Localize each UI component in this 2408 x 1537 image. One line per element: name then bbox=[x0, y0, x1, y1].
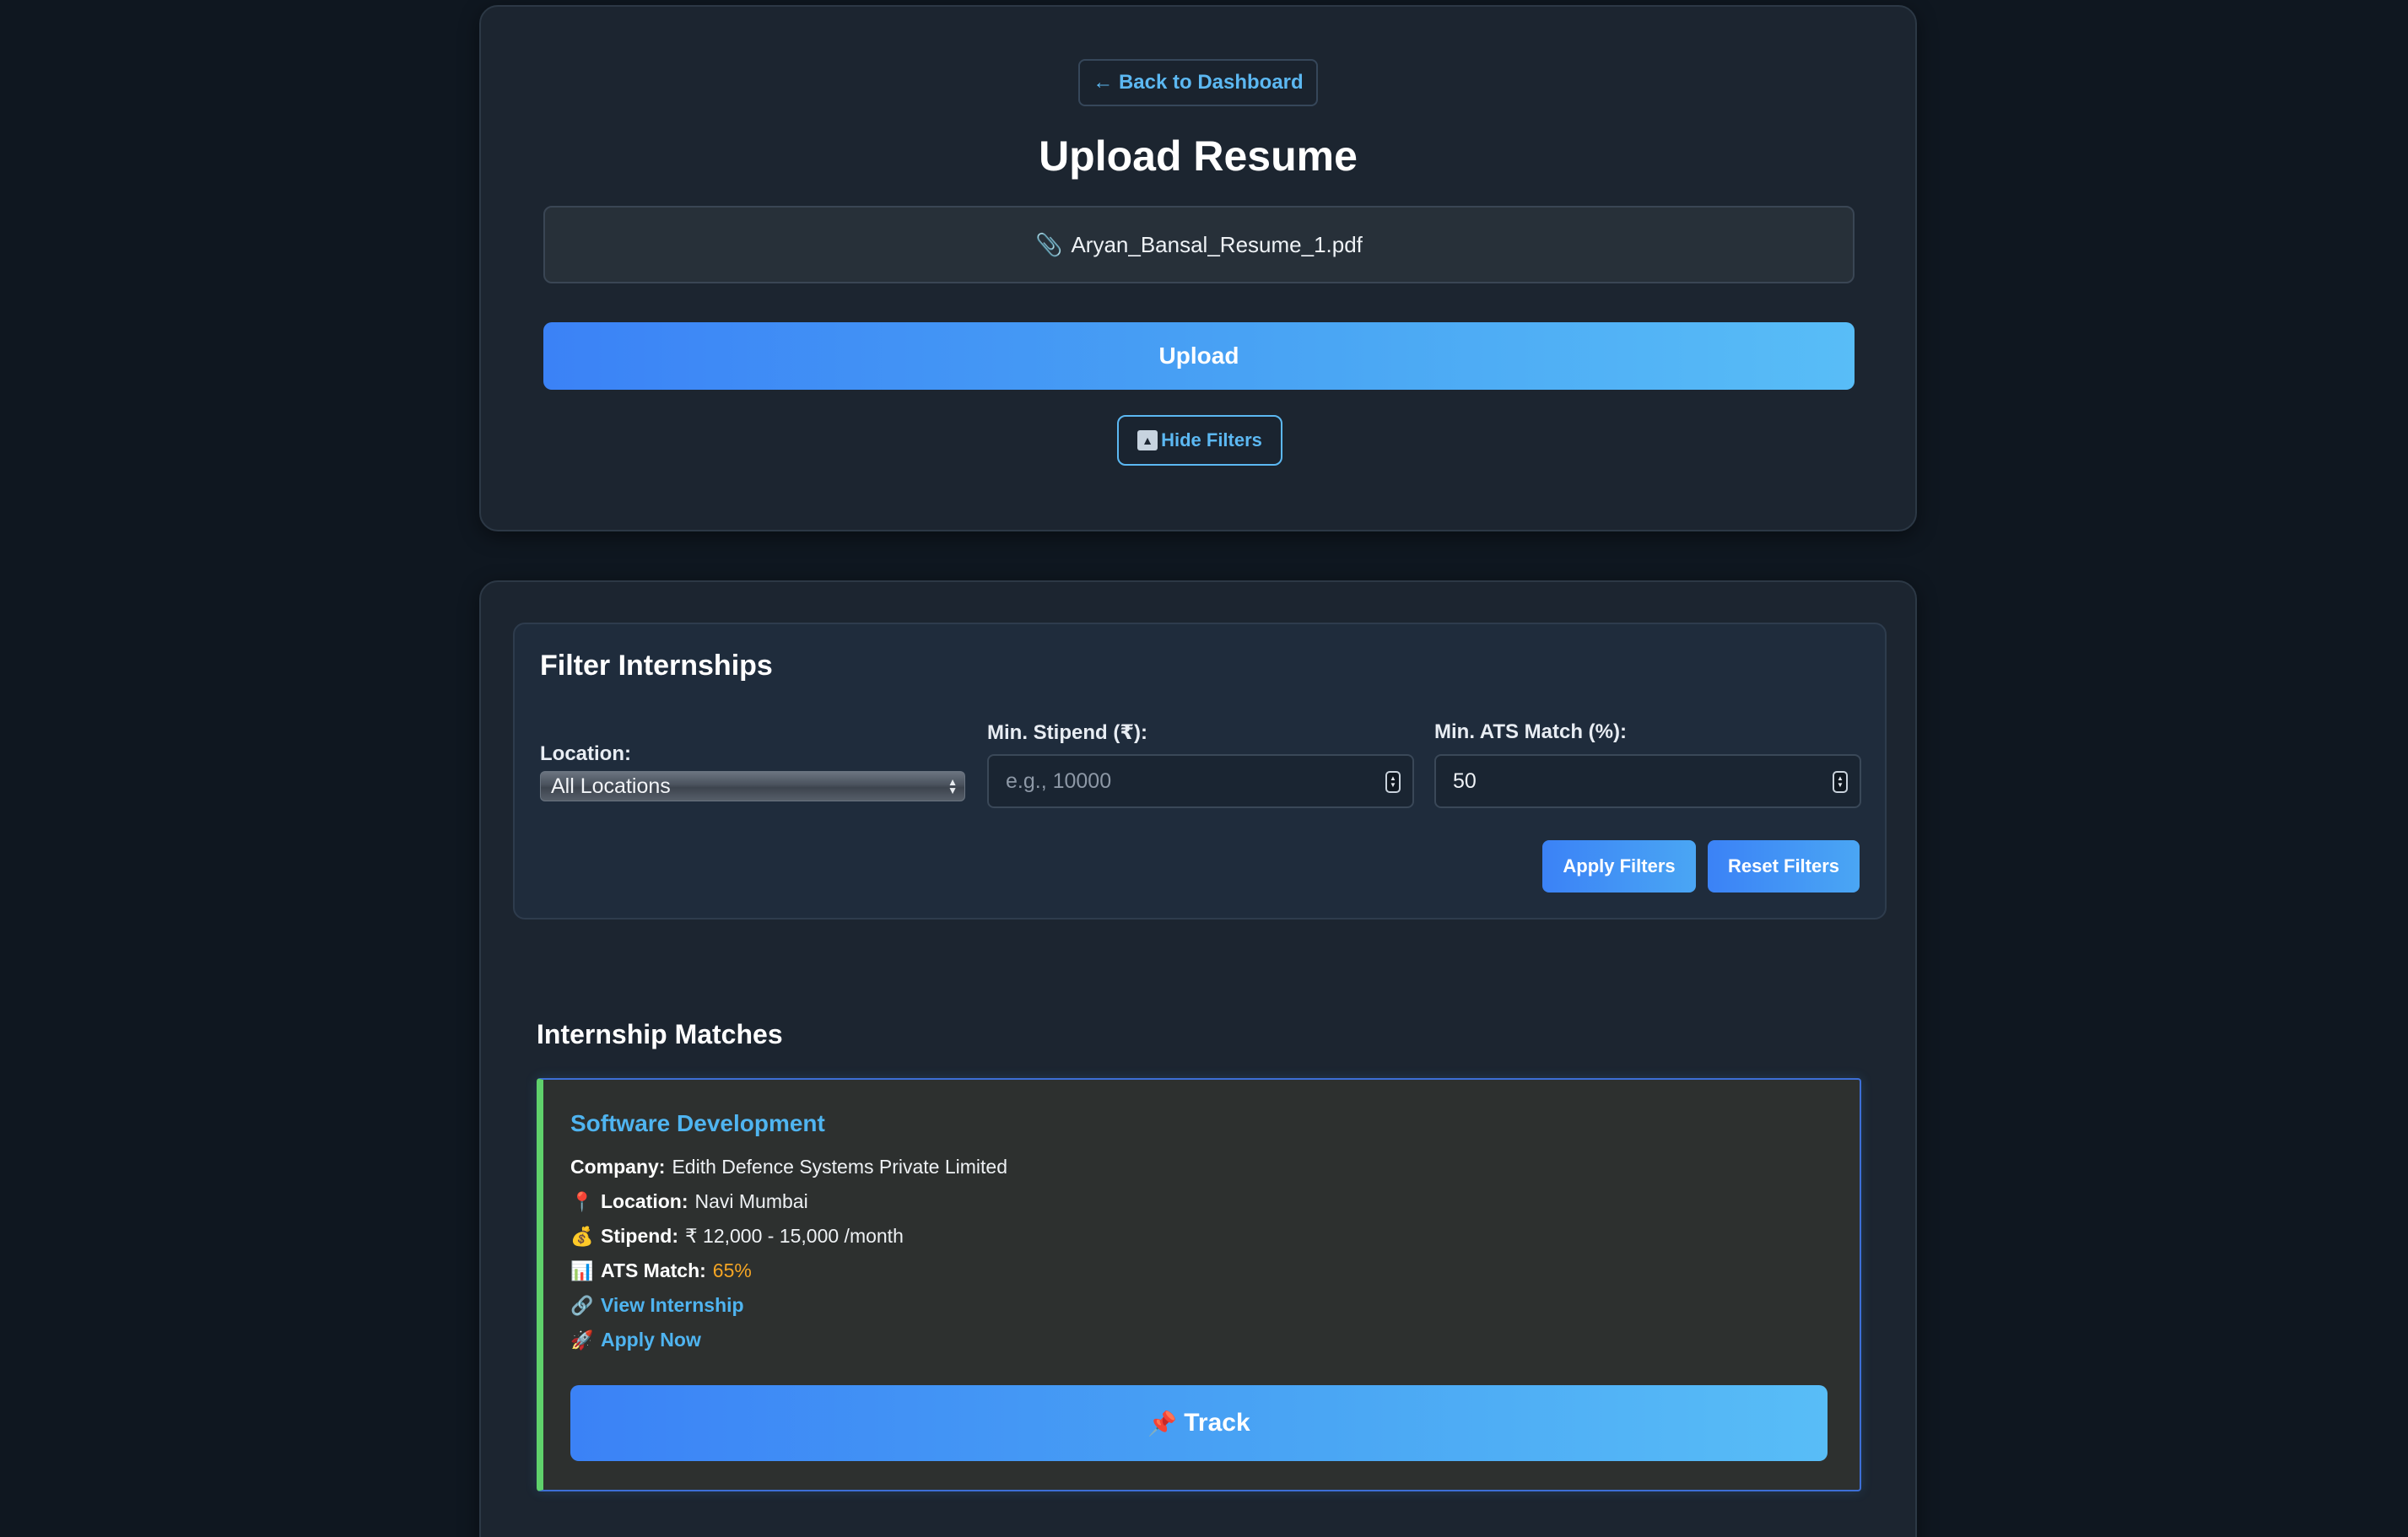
hide-filters-button[interactable]: ▲ Hide Filters bbox=[1117, 415, 1282, 466]
stipend-label: Min. Stipend (₹): bbox=[987, 721, 1147, 744]
ats-value: 65% bbox=[712, 1259, 752, 1281]
track-button-label: Track bbox=[1184, 1409, 1250, 1437]
upload-button[interactable]: Upload bbox=[543, 322, 1855, 390]
view-internship-link[interactable]: View Internship bbox=[601, 1294, 744, 1317]
view-row: 🔗 View Internship bbox=[570, 1294, 744, 1317]
min-ats-value: 50 bbox=[1453, 768, 1477, 793]
file-input[interactable]: 📎 Aryan_Bansal_Resume_1.pdf bbox=[543, 206, 1855, 283]
ats-label: Min. ATS Match (%): bbox=[1434, 720, 1627, 743]
stepper-icon[interactable]: ▲ ▼ bbox=[1385, 771, 1401, 793]
pushpin-icon: 📌 bbox=[1147, 1410, 1178, 1437]
arrow-up-icon: ▲ bbox=[1137, 430, 1158, 450]
filter-panel: Filter Internships Location: All Locatio… bbox=[513, 623, 1887, 920]
rocket-icon: 🚀 bbox=[570, 1329, 594, 1351]
stipend-value: ₹ 12,000 - 15,000 /month bbox=[685, 1225, 904, 1247]
stipend-row: 💰 Stipend: ₹ 12,000 - 15,000 /month bbox=[570, 1225, 904, 1248]
select-arrows-icon: ▲ ▼ bbox=[948, 776, 958, 796]
filter-title: Filter Internships bbox=[540, 650, 773, 682]
results-card: Filter Internships Location: All Locatio… bbox=[479, 580, 1917, 1537]
link-icon: 🔗 bbox=[570, 1294, 594, 1316]
company-value: Edith Defence Systems Private Limited bbox=[672, 1156, 1008, 1178]
location-select-value: All Locations bbox=[551, 774, 671, 798]
internship-card: Software Development Company: Edith Defe… bbox=[537, 1078, 1861, 1491]
bar-chart-icon: 📊 bbox=[570, 1259, 594, 1281]
location-row-label: Location: bbox=[601, 1190, 688, 1212]
location-row: 📍 Location: Navi Mumbai bbox=[570, 1190, 808, 1213]
min-stipend-input[interactable]: e.g., 10000 ▲ ▼ bbox=[987, 754, 1414, 808]
min-ats-input[interactable]: 50 ▲ ▼ bbox=[1434, 754, 1861, 808]
ats-row: 📊 ATS Match: 65% bbox=[570, 1259, 752, 1282]
location-select[interactable]: All Locations ▲ ▼ bbox=[540, 771, 965, 801]
location-value: Navi Mumbai bbox=[694, 1190, 808, 1212]
back-to-dashboard-button[interactable]: ← Back to Dashboard bbox=[1078, 59, 1318, 106]
min-stipend-placeholder: e.g., 10000 bbox=[1006, 768, 1112, 793]
job-title[interactable]: Software Development bbox=[570, 1110, 825, 1137]
page-title: Upload Resume bbox=[1039, 132, 1358, 180]
stipend-row-label: Stipend: bbox=[601, 1225, 678, 1247]
ats-row-label: ATS Match: bbox=[601, 1259, 706, 1281]
money-bag-icon: 💰 bbox=[570, 1225, 594, 1247]
upload-card: ← Back to Dashboard Upload Resume 📎 Arya… bbox=[479, 5, 1917, 531]
apply-now-link[interactable]: Apply Now bbox=[601, 1329, 701, 1351]
reset-filters-label: Reset Filters bbox=[1727, 855, 1840, 876]
hide-filters-label: Hide Filters bbox=[1161, 429, 1262, 450]
track-button[interactable]: 📌 Track bbox=[570, 1385, 1828, 1461]
company-row: Company: Edith Defence Systems Private L… bbox=[570, 1156, 1007, 1178]
apply-row: 🚀 Apply Now bbox=[570, 1329, 701, 1351]
matches-title: Internship Matches bbox=[537, 1019, 783, 1049]
upload-button-label: Upload bbox=[1158, 342, 1239, 369]
paperclip-icon: 📎 bbox=[1035, 231, 1063, 257]
pin-icon: 📍 bbox=[570, 1190, 594, 1212]
stepper-icon[interactable]: ▲ ▼ bbox=[1833, 771, 1848, 793]
company-label: Company: bbox=[570, 1156, 666, 1178]
location-label: Location: bbox=[540, 742, 631, 765]
back-to-dashboard-label: ← Back to Dashboard bbox=[1093, 71, 1304, 94]
reset-filters-button[interactable]: Reset Filters bbox=[1708, 840, 1860, 893]
apply-filters-button[interactable]: Apply Filters bbox=[1542, 840, 1696, 893]
apply-filters-label: Apply Filters bbox=[1563, 855, 1676, 876]
file-name: Aryan_Bansal_Resume_1.pdf bbox=[1071, 231, 1363, 257]
